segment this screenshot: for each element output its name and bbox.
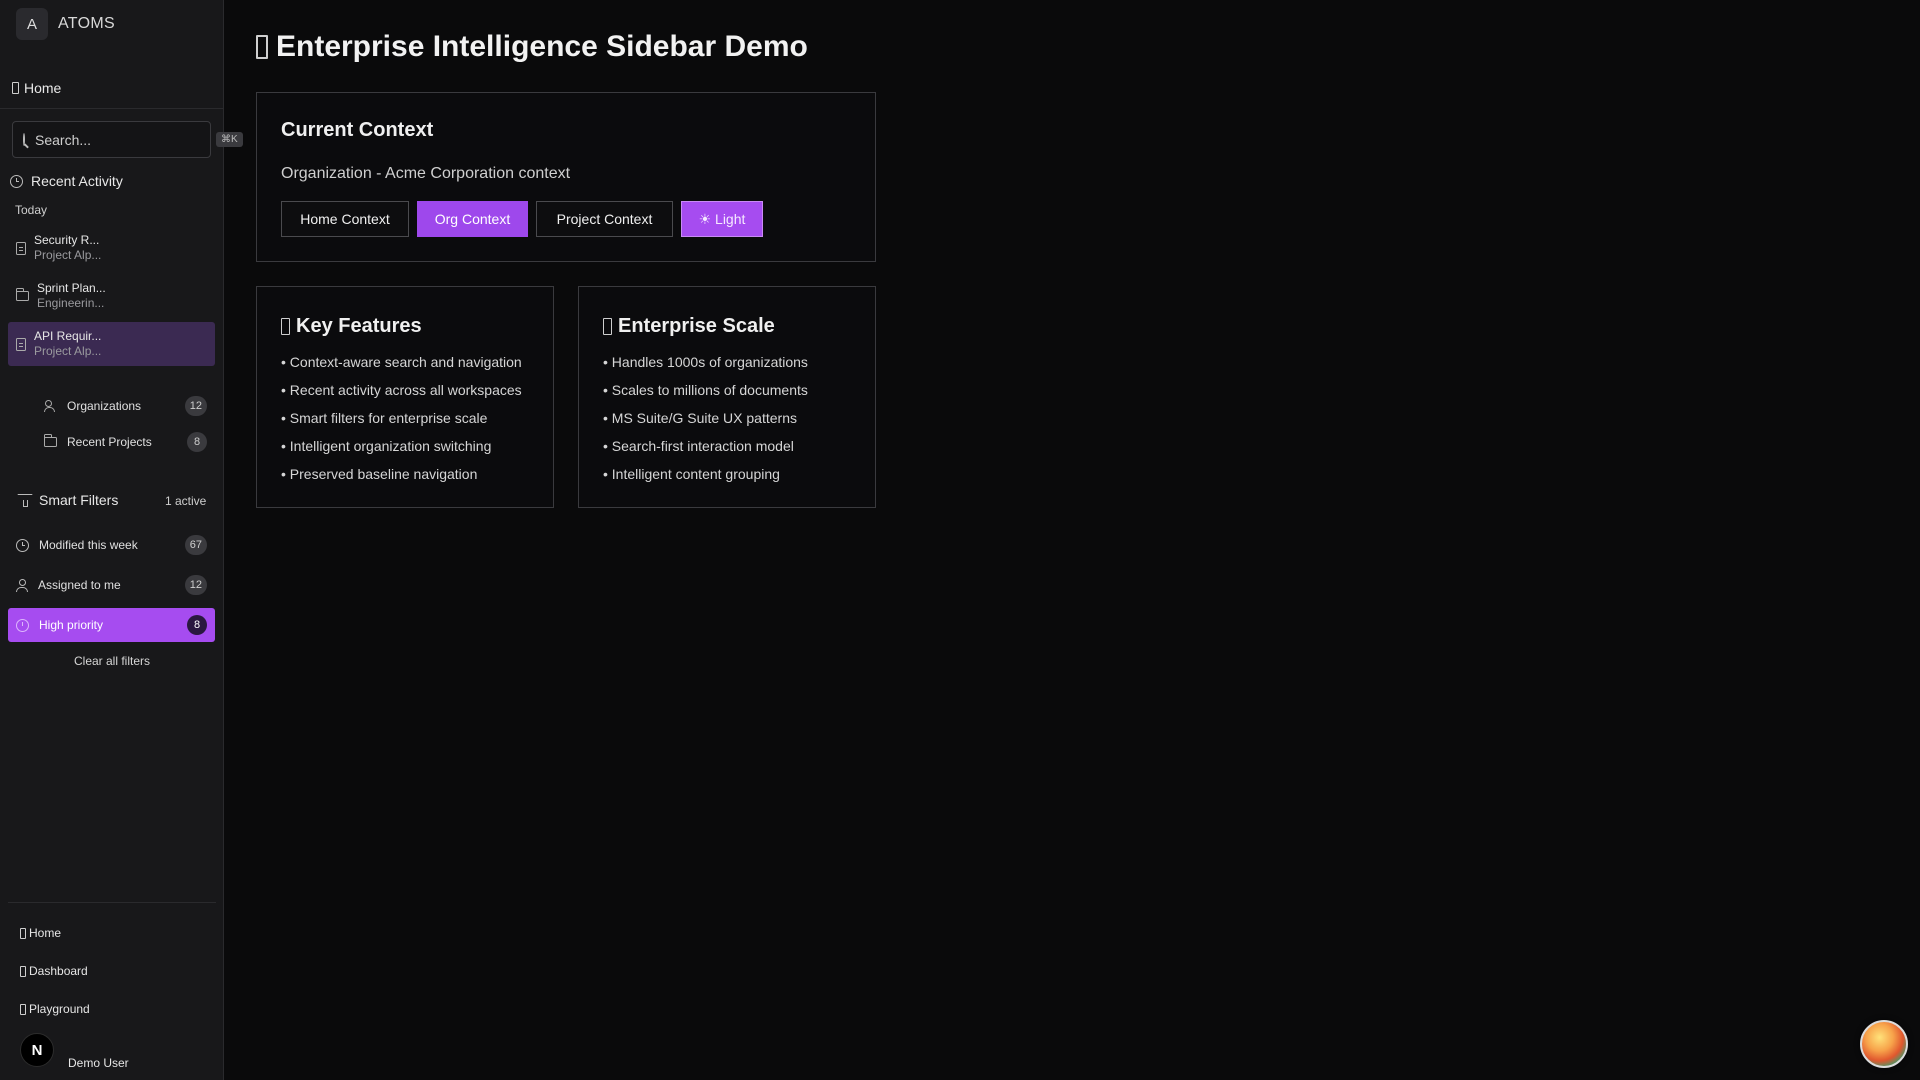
- user-menu[interactable]: N Demo User: [20, 1030, 129, 1070]
- filter-count: 8: [187, 615, 207, 635]
- divider: [8, 902, 216, 903]
- filter-assigned-to-me[interactable]: Assigned to me 12: [8, 568, 215, 602]
- list-item: • Scales to millions of documents: [603, 382, 808, 398]
- bottom-nav-home[interactable]: Home: [20, 926, 61, 940]
- recent-projects-link[interactable]: Recent Projects 8: [43, 428, 207, 456]
- bottom-nav-label: Playground: [29, 1002, 90, 1016]
- nav-home[interactable]: Home: [12, 80, 61, 96]
- list-item: • Intelligent organization switching: [281, 438, 492, 454]
- document-icon: [16, 241, 26, 255]
- features-list: • Context-aware search and navigation • …: [281, 348, 522, 488]
- clock-icon: [10, 174, 23, 188]
- filter-count: 67: [184, 535, 207, 555]
- recent-item-title: Security R...: [34, 233, 100, 247]
- folder-icon: [15, 288, 29, 301]
- list-item: • MS Suite/G Suite UX patterns: [603, 410, 797, 426]
- clear-filters-button[interactable]: Clear all filters: [0, 654, 224, 668]
- card-title-text: Enterprise Scale: [618, 315, 775, 337]
- list-item: • Handles 1000s of organizations: [603, 354, 808, 370]
- recent-item-subtitle: Engineerin...: [37, 296, 105, 310]
- search-input[interactable]: [35, 131, 216, 148]
- shortcut-badge: ⌘K: [216, 132, 243, 147]
- assistant-avatar-icon[interactable]: [1860, 1020, 1908, 1068]
- organizations-label: Organizations: [67, 399, 142, 413]
- list-item: • Intelligent content grouping: [603, 466, 780, 482]
- bottom-nav-label: Dashboard: [29, 964, 88, 978]
- recent-projects-count: 8: [187, 432, 207, 452]
- list-item: • Preserved baseline navigation: [281, 466, 478, 482]
- title-icon: [256, 35, 268, 59]
- scale-list: • Handles 1000s of organizations • Scale…: [603, 348, 808, 488]
- recent-activity-header[interactable]: Recent Activity: [10, 173, 123, 189]
- recent-item-title: Sprint Plan...: [37, 281, 106, 295]
- scale-icon: [603, 318, 612, 335]
- bottom-nav-playground[interactable]: Playground: [20, 1002, 90, 1016]
- smart-filters-header[interactable]: Smart Filters: [17, 492, 118, 508]
- filter-count: 12: [184, 575, 207, 595]
- recent-item-active[interactable]: API Requir... Project Alp...: [8, 322, 215, 366]
- users-icon: [44, 400, 57, 412]
- home-icon: [20, 927, 26, 939]
- key-features-card: Key Features • Context-aware search and …: [256, 286, 554, 508]
- project-context-button[interactable]: Project Context: [536, 201, 673, 237]
- recent-activity-title: Recent Activity: [31, 173, 123, 189]
- divider: [0, 108, 224, 109]
- clock-icon: [16, 538, 29, 552]
- context-description: Organization - Acme Corporation context: [281, 165, 571, 182]
- search-box[interactable]: ⌘K: [12, 121, 243, 158]
- home-context-button[interactable]: Home Context: [281, 201, 409, 237]
- folder-icon: [43, 434, 57, 447]
- nav-home-label: Home: [24, 80, 62, 96]
- bottom-nav-label: Home: [29, 926, 62, 940]
- alert-icon: [16, 618, 29, 632]
- brand[interactable]: A ATOMS: [16, 8, 115, 40]
- home-icon: [12, 82, 19, 94]
- card-title: Key Features: [281, 315, 422, 338]
- page-title: Enterprise Intelligence Sidebar Demo: [256, 30, 808, 64]
- filter-label: High priority: [39, 618, 104, 632]
- sidebar: A ATOMS Home ⌘K Recent Activity Today Se…: [0, 0, 243, 1080]
- list-item: • Smart filters for enterprise scale: [281, 410, 488, 426]
- organizations-count: 12: [184, 396, 207, 416]
- list-item: • Search-first interaction model: [603, 438, 794, 454]
- card-title: Enterprise Scale: [603, 315, 775, 338]
- playground-icon: [20, 1003, 26, 1015]
- list-item: • Context-aware search and navigation: [281, 354, 522, 370]
- current-context-card: Current Context Organization - Acme Corp…: [256, 92, 876, 262]
- dashboard-icon: [20, 965, 26, 977]
- org-context-button[interactable]: Org Context: [417, 201, 528, 237]
- brand-avatar: A: [16, 8, 48, 40]
- enterprise-scale-card: Enterprise Scale • Handles 1000s of orga…: [578, 286, 876, 508]
- active-filters-count: 1 active: [165, 494, 207, 508]
- smart-filters-title: Smart Filters: [39, 492, 119, 508]
- list-item: • Recent activity across all workspaces: [281, 382, 522, 398]
- recent-group-label: Today: [15, 203, 48, 217]
- features-icon: [281, 318, 290, 335]
- filter-label: Modified this week: [39, 538, 138, 552]
- recent-item-subtitle: Project Alp...: [34, 248, 102, 262]
- filter-icon: [17, 494, 31, 507]
- user-icon: [16, 578, 28, 592]
- user-avatar[interactable]: N: [20, 1033, 54, 1067]
- search-icon: [23, 133, 25, 146]
- recent-item-title: API Requir...: [34, 329, 102, 343]
- card-title: Current Context: [281, 119, 434, 141]
- recent-item[interactable]: Security R... Project Alp...: [8, 226, 215, 270]
- filter-high-priority[interactable]: High priority 8: [8, 608, 215, 642]
- brand-name: ATOMS: [58, 15, 115, 32]
- theme-toggle-button[interactable]: ☀ Light: [681, 201, 763, 237]
- recent-item-subtitle: Project Alp...: [34, 344, 102, 358]
- card-title-text: Key Features: [296, 315, 422, 337]
- bottom-nav-dashboard[interactable]: Dashboard: [20, 964, 88, 978]
- filter-label: Assigned to me: [38, 578, 121, 592]
- organizations-link[interactable]: Organizations 12: [44, 392, 207, 420]
- document-icon: [16, 337, 26, 351]
- recent-projects-label: Recent Projects: [67, 435, 152, 449]
- page-title-text: Enterprise Intelligence Sidebar Demo: [276, 30, 808, 63]
- recent-item[interactable]: Sprint Plan... Engineerin...: [8, 274, 215, 318]
- user-name: Demo User: [68, 1056, 129, 1070]
- filter-modified-this-week[interactable]: Modified this week 67: [8, 528, 215, 562]
